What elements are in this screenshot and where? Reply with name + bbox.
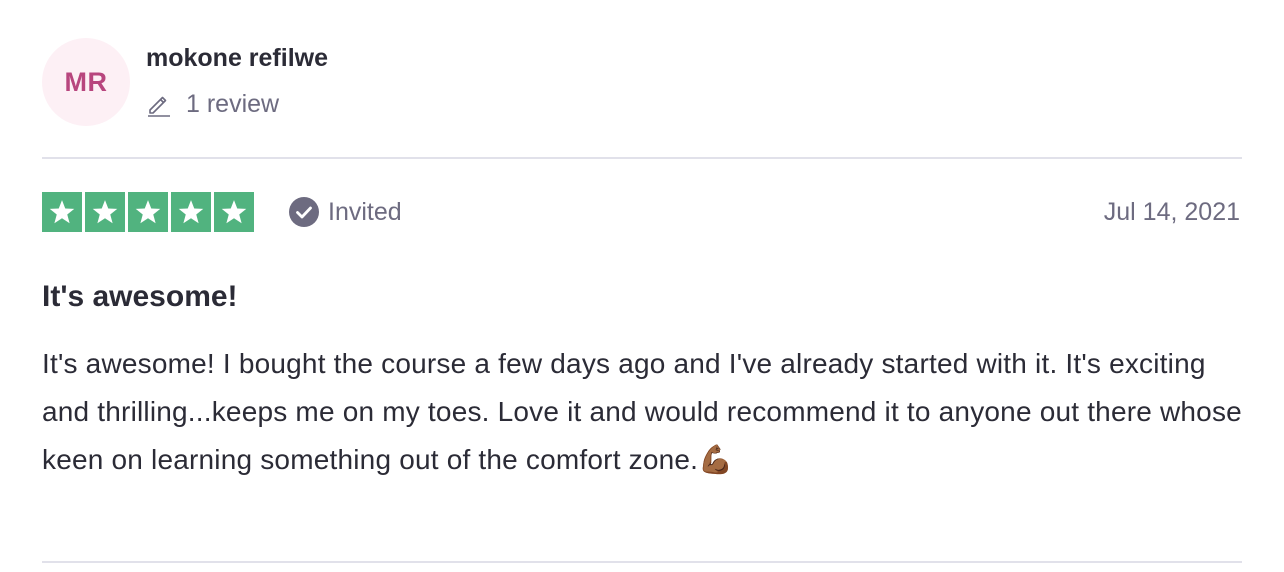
review-count-label: 1 review: [186, 90, 280, 118]
invited-label: Invited: [328, 197, 402, 226]
star-rating: [42, 192, 254, 232]
avatar[interactable]: MR: [42, 38, 130, 126]
reviewer-info: mokone refilwe 1 review: [146, 38, 328, 120]
invited-badge[interactable]: Invited: [288, 196, 402, 228]
review-count: 1 review: [146, 88, 328, 120]
review-meta: Invited Jul 14, 2021: [42, 192, 1242, 232]
star-icon: [42, 192, 82, 232]
review-body: It's awesome! I bought the course a few …: [42, 348, 1242, 475]
avatar-initials: MR: [64, 66, 108, 97]
review-date: Jul 14, 2021: [1103, 197, 1240, 226]
star-icon: [85, 192, 125, 232]
top-divider: [42, 157, 1242, 159]
reviewer-header: MR mokone refilwe 1 review: [42, 38, 328, 126]
review-title[interactable]: It's awesome!: [42, 278, 238, 316]
bottom-divider: [42, 561, 1242, 563]
star-icon: [128, 192, 168, 232]
star-icon: [171, 192, 211, 232]
reviewer-name[interactable]: mokone refilwe: [146, 42, 328, 74]
star-icon: [214, 192, 254, 232]
pencil-icon: [146, 91, 172, 117]
check-circle-icon: [288, 196, 320, 228]
